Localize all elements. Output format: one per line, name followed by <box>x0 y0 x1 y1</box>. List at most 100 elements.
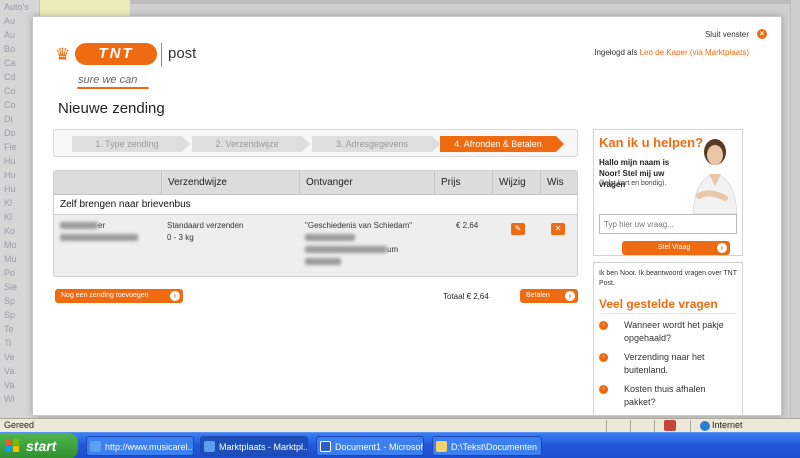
arrow-right-icon: › <box>599 385 608 394</box>
background-sidebar-item[interactable]: Va <box>4 366 14 376</box>
task-label: Document1 - Microsof... <box>335 442 424 452</box>
background-sidebar-item[interactable]: Cd <box>4 72 16 82</box>
arrow-right-icon: › <box>599 353 608 362</box>
sender-name-suffix: er <box>98 221 106 230</box>
taskbar-item-browser-music[interactable]: http://www.musicarel... <box>86 436 194 456</box>
close-icon: ✕ <box>554 224 562 233</box>
table-row: er Standaard verzenden 0 - 3 kg "Geschie… <box>54 215 577 276</box>
column-header-prijs: Prijs <box>434 171 492 195</box>
background-sidebar-item[interactable]: Hu <box>4 170 16 180</box>
background-sidebar-item[interactable]: Sp <box>4 310 15 320</box>
background-sidebar-item[interactable]: Sp <box>4 296 15 306</box>
ask-question-label: Stel Vraag <box>658 244 691 251</box>
arrow-right-icon: › <box>599 321 608 330</box>
step-label: 1. Type zending <box>95 139 159 149</box>
close-icon[interactable]: × <box>757 29 767 39</box>
background-scrollbar[interactable] <box>790 0 800 418</box>
close-window-link[interactable]: Sluit venster <box>705 30 749 39</box>
method-weight: 0 - 3 kg <box>167 233 194 242</box>
background-sidebar-item[interactable]: Mo <box>4 240 17 250</box>
taskbar-item-marktplaats[interactable]: Marktplaats - Marktpl... <box>200 436 308 456</box>
total-price: Totaal € 2,64 <box>443 292 489 301</box>
background-sidebar-item[interactable]: Di <box>4 114 13 124</box>
task-label: Marktplaats - Marktpl... <box>219 442 308 452</box>
background-sidebar-item[interactable]: Ko <box>4 226 15 236</box>
taskbar-item-document1[interactable]: Document1 - Microsof... <box>316 436 424 456</box>
background-sidebar-item[interactable]: Au <box>4 30 15 40</box>
background-sidebar-item[interactable]: Au <box>4 16 15 26</box>
background-sidebar-item[interactable]: Ca <box>4 58 16 68</box>
progress-steps: 1. Type zending 2. Verzendwijze 3. Adres… <box>53 129 578 157</box>
page-title: Nieuwe zending <box>58 100 165 117</box>
help-subtext: (liefst kort en bondig). <box>599 180 667 187</box>
help-title: Kan ik u helpen? <box>599 135 704 150</box>
pay-button[interactable]: Betalen › <box>520 289 578 303</box>
background-sidebar-item[interactable]: Co <box>4 86 16 96</box>
redacted-text <box>305 258 341 266</box>
step-afronden-betalen: 4. Afronden & Betalen <box>440 136 564 152</box>
background-sidebar-item[interactable]: Te <box>4 324 14 334</box>
background-sidebar-item[interactable]: Kl <box>4 212 12 222</box>
delete-button[interactable]: ✕ <box>551 223 565 235</box>
step-label: 2. Verzendwijze <box>215 139 279 149</box>
recipient-name: "Geschiedenis van Schiedam" <box>305 221 413 230</box>
background-sidebar-item[interactable]: Bo <box>4 44 15 54</box>
globe-icon <box>700 421 710 431</box>
redacted-text <box>305 246 387 254</box>
ask-question-button[interactable]: Stel Vraag › <box>622 241 730 255</box>
sender-cell: er <box>60 220 155 244</box>
background-sidebar-item[interactable]: Hu <box>4 184 16 194</box>
popup-blocker-icon[interactable] <box>664 420 676 431</box>
background-top-line <box>130 0 800 4</box>
column-header-ontvanger: Ontvanger <box>299 171 434 195</box>
help-panel: Kan ik u helpen? Hallo mijn naam is Noor… <box>593 129 743 256</box>
section-title: Zelf brengen naar brievenbus <box>54 195 577 215</box>
column-header-verzendwijze: Verzendwijze <box>161 171 299 195</box>
arrow-right-icon: › <box>717 243 727 253</box>
browser-status-bar: Gereed Internet <box>0 418 800 432</box>
logo-post-text: post <box>168 45 197 62</box>
redacted-text <box>60 234 138 242</box>
background-sidebar-item[interactable]: Sie <box>4 282 17 292</box>
background-sidebar-item[interactable]: Ve <box>4 352 15 362</box>
background-sidebar-item[interactable]: Co <box>4 100 16 110</box>
background-sidebar-item[interactable]: Fie <box>4 142 17 152</box>
background-sidebar-item[interactable]: Po <box>4 268 15 278</box>
security-zone: Internet <box>712 420 743 430</box>
start-button[interactable]: start <box>0 433 78 458</box>
background-sidebar-item[interactable]: Va <box>4 380 14 390</box>
step-verzendwijze: 2. Verzendwijze <box>192 136 310 152</box>
logo-swoosh <box>77 87 149 89</box>
windows-taskbar: start http://www.musicarel... Marktplaat… <box>0 432 800 458</box>
background-sidebar-item[interactable]: Wi <box>4 394 15 404</box>
tnt-logo-mark: TNT <box>75 43 157 65</box>
faq-item-label: Verzending naar het buitenland. <box>624 352 705 375</box>
background-sidebar-item[interactable]: Hu <box>4 156 16 166</box>
background-sidebar-item[interactable]: Mu <box>4 254 17 264</box>
step-label: 3. Adresgegevens <box>335 139 409 149</box>
background-sidebar-item[interactable]: Auto's <box>4 2 29 12</box>
status-text: Gereed <box>4 420 35 430</box>
folder-icon <box>436 441 447 452</box>
ie-icon <box>90 441 101 452</box>
pencil-icon: ✎ <box>514 224 522 233</box>
taskbar-item-documenten-folder[interactable]: D:\Tekst\Documenten <box>432 436 542 456</box>
step-label: 4. Afronden & Betalen <box>454 139 542 149</box>
edit-button[interactable]: ✎ <box>511 223 525 235</box>
login-user-link[interactable]: Leo de Kaper (via Marktplaats) <box>640 48 749 57</box>
question-input[interactable] <box>599 214 737 234</box>
background-sidebar-item[interactable]: Do <box>4 128 16 138</box>
shipments-table: Verzendwijze Ontvanger Prijs Wijzig Wis … <box>53 170 578 277</box>
column-header-wis: Wis <box>540 171 577 195</box>
task-label: D:\Tekst\Documenten <box>451 442 538 452</box>
faq-intro: Ik ben Noor. Ik beantwoord vragen over T… <box>599 270 737 287</box>
start-label: start <box>26 438 57 454</box>
table-header: Verzendwijze Ontvanger Prijs Wijzig Wis <box>54 171 577 195</box>
background-sidebar-item[interactable]: Kl <box>4 198 12 208</box>
faq-item-label: Kosten thuis afhalen pakket? <box>624 384 706 407</box>
arrow-right-icon: › <box>565 291 575 301</box>
background-sidebar-item[interactable]: Ti <box>4 338 11 348</box>
word-icon <box>320 441 331 452</box>
step-type-zending: 1. Type zending <box>72 136 190 152</box>
add-shipment-button[interactable]: Nog een zending toevoegen › <box>55 289 183 303</box>
